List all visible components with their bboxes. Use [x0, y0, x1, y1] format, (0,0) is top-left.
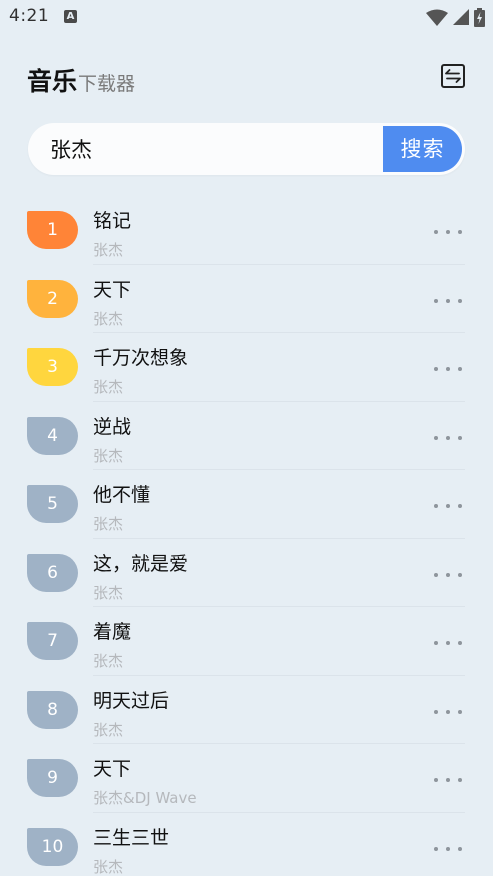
app-screen: 4:21 A 音乐 下载器 搜索 1 铭记张杰 2	[0, 0, 493, 876]
more-options-icon[interactable]	[434, 428, 462, 448]
switch-source-button[interactable]	[441, 64, 465, 88]
song-row[interactable]: 2 天下张杰	[0, 265, 493, 333]
song-title: 千万次想象	[93, 347, 189, 369]
more-options-icon[interactable]	[434, 359, 462, 379]
notification-icon: A	[64, 10, 77, 23]
song-row[interactable]: 8 明天过后张杰	[0, 676, 493, 744]
song-row[interactable]: 7 着魔张杰	[0, 607, 493, 676]
song-row[interactable]: 5 他不懂张杰	[0, 470, 493, 539]
more-options-icon[interactable]	[434, 291, 462, 311]
rank-badge: 8	[27, 690, 78, 729]
search-button[interactable]: 搜索	[383, 126, 462, 172]
song-title: 明天过后	[93, 689, 170, 712]
signal-icon	[453, 9, 469, 25]
more-options-icon[interactable]	[434, 565, 462, 585]
song-artist: 张杰	[93, 446, 124, 465]
song-row[interactable]: 1 铭记张杰	[0, 196, 493, 265]
song-artist: 张杰	[93, 378, 124, 396]
rank-badge: 10	[27, 827, 78, 866]
rank-badge: 9	[27, 759, 78, 797]
song-row[interactable]: 3 千万次想象张杰	[0, 333, 493, 402]
rank-badge: 1	[27, 211, 78, 249]
rank-badge: 3	[27, 348, 78, 386]
song-title: 三生三世	[93, 826, 170, 849]
search-bar: 搜索	[28, 123, 465, 175]
song-list: 1 铭记 张杰 2 天下 张杰 3 千万次想象 张杰 4 逆战 张杰 5 他不懂 张杰 6 这，就是爱 张杰 7 着魔…	[0, 196, 493, 876]
battery-icon	[474, 7, 485, 27]
song-artist: 张杰	[93, 241, 124, 259]
swap-arrows-icon	[445, 69, 461, 83]
rank-badge: 5	[27, 485, 78, 523]
more-options-icon[interactable]	[434, 702, 462, 722]
song-title: 天下	[93, 278, 132, 301]
status-bar: 4:21 A	[0, 0, 493, 34]
song-artist: 张杰	[93, 309, 124, 328]
status-icons	[426, 6, 485, 28]
song-title: 天下	[93, 758, 132, 780]
more-options-icon[interactable]	[434, 222, 462, 242]
rank-badge: 4	[27, 416, 78, 455]
rank-badge: 7	[27, 622, 78, 660]
song-title: 着魔	[93, 621, 132, 643]
rank-badge: 6	[27, 553, 78, 592]
app-subtitle: 下载器	[78, 73, 136, 95]
rank-badge: 2	[27, 279, 78, 318]
song-title: 逆战	[93, 415, 132, 438]
song-row[interactable]: 9 天下张杰&DJ Wave	[0, 744, 493, 813]
song-title: 他不懂	[93, 484, 151, 506]
song-artist: 张杰	[93, 583, 124, 602]
more-options-icon[interactable]	[434, 839, 462, 859]
song-artist: 张杰	[93, 720, 124, 739]
song-artist: 张杰	[93, 515, 124, 533]
more-options-icon[interactable]	[434, 770, 462, 790]
song-row[interactable]: 4 逆战张杰	[0, 402, 493, 470]
song-row[interactable]: 6 这，就是爱张杰	[0, 539, 493, 607]
song-title: 这，就是爱	[93, 552, 189, 575]
song-artist: 张杰	[93, 652, 124, 670]
search-input[interactable]	[50, 123, 390, 175]
app-title: 音乐	[27, 67, 78, 96]
song-artist: 张杰	[93, 857, 124, 876]
more-options-icon[interactable]	[434, 496, 462, 516]
wifi-icon	[426, 9, 448, 26]
status-time: 4:21	[9, 6, 50, 26]
song-title: 铭记	[93, 210, 132, 232]
app-header: 音乐 下载器	[27, 62, 135, 98]
song-row[interactable]: 10 三生三世张杰	[0, 813, 493, 876]
more-options-icon[interactable]	[434, 633, 462, 653]
song-artist: 张杰&DJ Wave	[93, 789, 197, 807]
